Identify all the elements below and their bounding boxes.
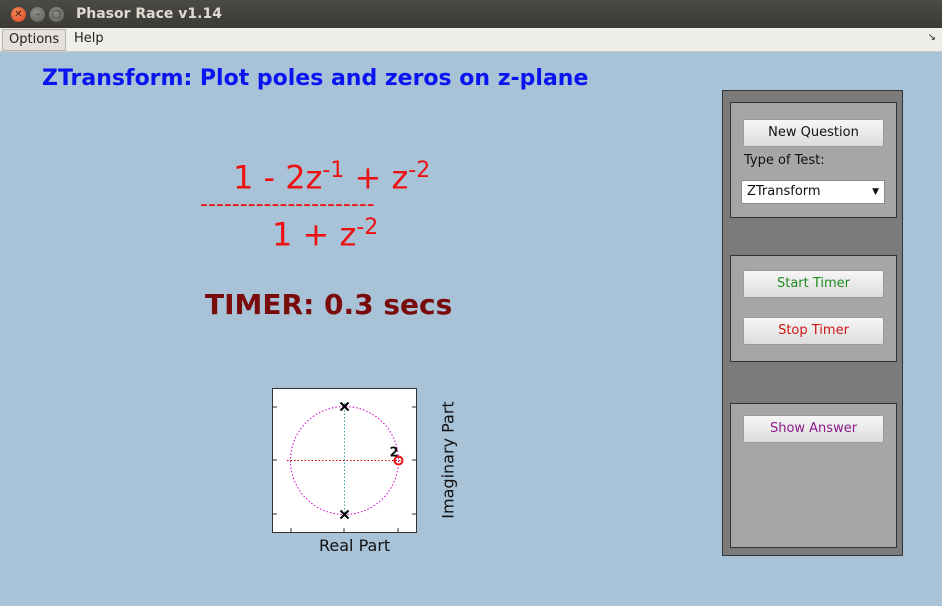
transfer-function-denominator: 1 + z-2 xyxy=(272,215,378,254)
denominator-term-a: 1 + z xyxy=(272,215,357,254)
resize-corner-icon: ↘ xyxy=(927,32,936,43)
window-title: Phasor Race v1.14 xyxy=(76,6,222,22)
numerator-exponent-1: -1 xyxy=(322,158,345,183)
pole-zero-plot-canvas: 2 xyxy=(273,401,416,532)
new-question-button[interactable]: New Question xyxy=(743,119,884,147)
numerator-exponent-2: -2 xyxy=(408,158,431,183)
minimize-window-icon[interactable]: – xyxy=(30,7,45,22)
test-type-label: Type of Test: xyxy=(744,153,825,168)
menu-help[interactable]: Help xyxy=(68,28,110,50)
x-axis-label: Real Part xyxy=(319,536,391,555)
start-timer-button[interactable]: Start Timer xyxy=(743,270,884,298)
pole-zero-plot: 2 xyxy=(272,388,417,533)
close-window-icon[interactable]: ✕ xyxy=(11,7,26,22)
numerator-term-a: 1 - 2z xyxy=(233,158,323,197)
y-axis-label: Imaginary Part xyxy=(438,401,458,519)
timer-display: TIMER: 0.3 secs xyxy=(205,288,453,321)
menu-options[interactable]: Options xyxy=(2,29,67,51)
denominator-exponent-1: -2 xyxy=(356,215,379,240)
test-type-value: ZTransform xyxy=(747,184,821,199)
maximize-window-icon[interactable]: ▢ xyxy=(49,7,64,22)
window-titlebar: ✕ – ▢ Phasor Race v1.14 xyxy=(0,0,942,28)
show-answer-button[interactable]: Show Answer xyxy=(743,415,884,443)
fraction-line: ---------------------- xyxy=(200,192,375,217)
page-title: ZTransform: Plot poles and zeros on z-pl… xyxy=(42,66,589,91)
menubar: Options Help ↘ xyxy=(0,28,942,52)
zero-multiplicity-label: 2 xyxy=(390,446,399,461)
transfer-function-numerator: 1 - 2z-1 + z-2 xyxy=(233,158,430,197)
test-type-select[interactable]: ZTransform ▼ xyxy=(741,180,885,204)
dropdown-arrow-icon: ▼ xyxy=(872,187,879,197)
stop-timer-button[interactable]: Stop Timer xyxy=(743,317,884,345)
numerator-term-b: + z xyxy=(344,158,409,197)
